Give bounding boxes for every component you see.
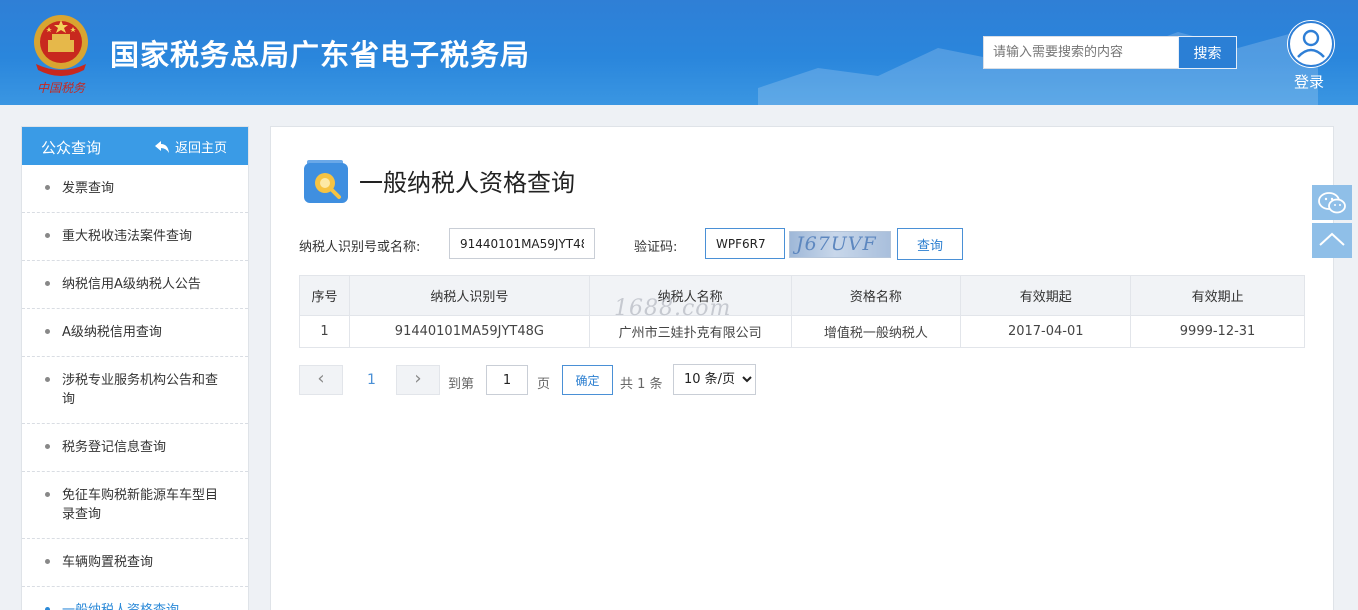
page-title: 一般纳税人资格查询: [359, 169, 575, 197]
goto-page-label: 到第: [448, 377, 475, 392]
sidebar-item-nev-catalog[interactable]: 免征车购税新能源车车型目录查询: [22, 472, 248, 539]
sidebar-item-tax-service-agency[interactable]: 涉税专业服务机构公告和查询: [22, 357, 248, 424]
cell-qualification: 增值税一般纳税人: [790, 315, 962, 348]
cell-valid-to: 9999-12-31: [1130, 315, 1305, 348]
back-home-label: 返回主页: [175, 141, 228, 156]
current-page-number[interactable]: 1: [367, 372, 376, 388]
cell-valid-from: 2017-04-01: [960, 315, 1132, 348]
page-size-select[interactable]: 10 条/页: [673, 364, 756, 395]
search-input[interactable]: [983, 36, 1179, 69]
column-header-qualification: 资格名称: [790, 275, 962, 316]
sidebar-item-general-taxpayer[interactable]: 一般纳税人资格查询: [22, 587, 248, 610]
total-count: 共 1 条: [620, 377, 663, 392]
page-suffix-label: 页: [537, 377, 551, 392]
column-header-valid-from: 有效期起: [960, 275, 1132, 316]
reply-arrow-icon: [155, 140, 169, 153]
next-page-button[interactable]: ›: [396, 365, 440, 395]
sidebar-item-a-credit-query[interactable]: A级纳税信用查询: [22, 309, 248, 357]
site-header: 中国税务 国家税务总局广东省电子税务局 搜索 登录: [0, 0, 1358, 105]
sidebar-item-tax-registration[interactable]: 税务登记信息查询: [22, 424, 248, 472]
cell-index: 1: [299, 315, 350, 348]
captcha-image[interactable]: J67UVF: [789, 231, 891, 258]
search-document-icon: [303, 159, 349, 205]
column-header-tax-id: 纳税人识别号: [348, 275, 590, 316]
wechat-icon[interactable]: [1312, 185, 1352, 220]
national-emblem-logo: 中国税务: [28, 12, 94, 96]
result-table: 序号 纳税人识别号 纳税人名称 资格名称 有效期起 有效期止 1 9144010…: [299, 275, 1305, 348]
captcha-image-text: J67UVF: [796, 233, 877, 255]
table-header-row: 序号 纳税人识别号 纳税人名称 资格名称 有效期起 有效期止: [299, 275, 1305, 316]
captcha-label: 验证码:: [634, 240, 678, 255]
site-title: 国家税务总局广东省电子税务局: [110, 38, 531, 72]
table-row: 1 91440101MA59JYT48G 广州市三娃扑克有限公司 增值税一般纳税…: [299, 315, 1305, 348]
user-icon[interactable]: [1287, 20, 1335, 68]
taxpayer-id-input[interactable]: [449, 228, 595, 259]
goto-confirm-button[interactable]: 确定: [562, 365, 613, 395]
back-to-top-icon[interactable]: [1312, 223, 1352, 258]
goto-page-input[interactable]: [486, 365, 528, 395]
query-button[interactable]: 查询: [897, 228, 963, 260]
watermark-text: 1688.com: [614, 296, 732, 321]
column-header-index: 序号: [299, 275, 350, 316]
taxpayer-id-label: 纳税人识别号或名称:: [299, 240, 421, 255]
sidebar-item-invoice-query[interactable]: 发票查询: [22, 165, 248, 213]
sidebar: 公众查询 返回主页 发票查询 重大税收违法案件查询 纳税信用A级纳税人公告 A级…: [21, 126, 249, 610]
captcha-input[interactable]: [705, 228, 785, 259]
search-button[interactable]: 搜索: [1178, 36, 1237, 69]
sidebar-menu: 发票查询 重大税收违法案件查询 纳税信用A级纳税人公告 A级纳税信用查询 涉税专…: [22, 165, 248, 610]
sidebar-title: 公众查询: [41, 139, 102, 157]
prev-page-button[interactable]: ‹: [299, 365, 343, 395]
sidebar-header: 公众查询 返回主页: [22, 127, 248, 165]
emblem-caption: 中国税务: [37, 81, 86, 95]
sidebar-item-a-credit-notice[interactable]: 纳税信用A级纳税人公告: [22, 261, 248, 309]
cell-tax-id: 91440101MA59JYT48G: [348, 315, 590, 348]
sidebar-item-vehicle-purchase-tax[interactable]: 车辆购置税查询: [22, 539, 248, 587]
login-link[interactable]: 登录: [1294, 71, 1324, 92]
column-header-valid-to: 有效期止: [1130, 275, 1305, 316]
sidebar-item-major-tax-violation[interactable]: 重大税收违法案件查询: [22, 213, 248, 261]
back-home-link[interactable]: 返回主页: [155, 137, 227, 156]
main-panel: 一般纳税人资格查询 纳税人识别号或名称: 验证码: J67UVF 查询 序号 纳…: [270, 126, 1334, 610]
